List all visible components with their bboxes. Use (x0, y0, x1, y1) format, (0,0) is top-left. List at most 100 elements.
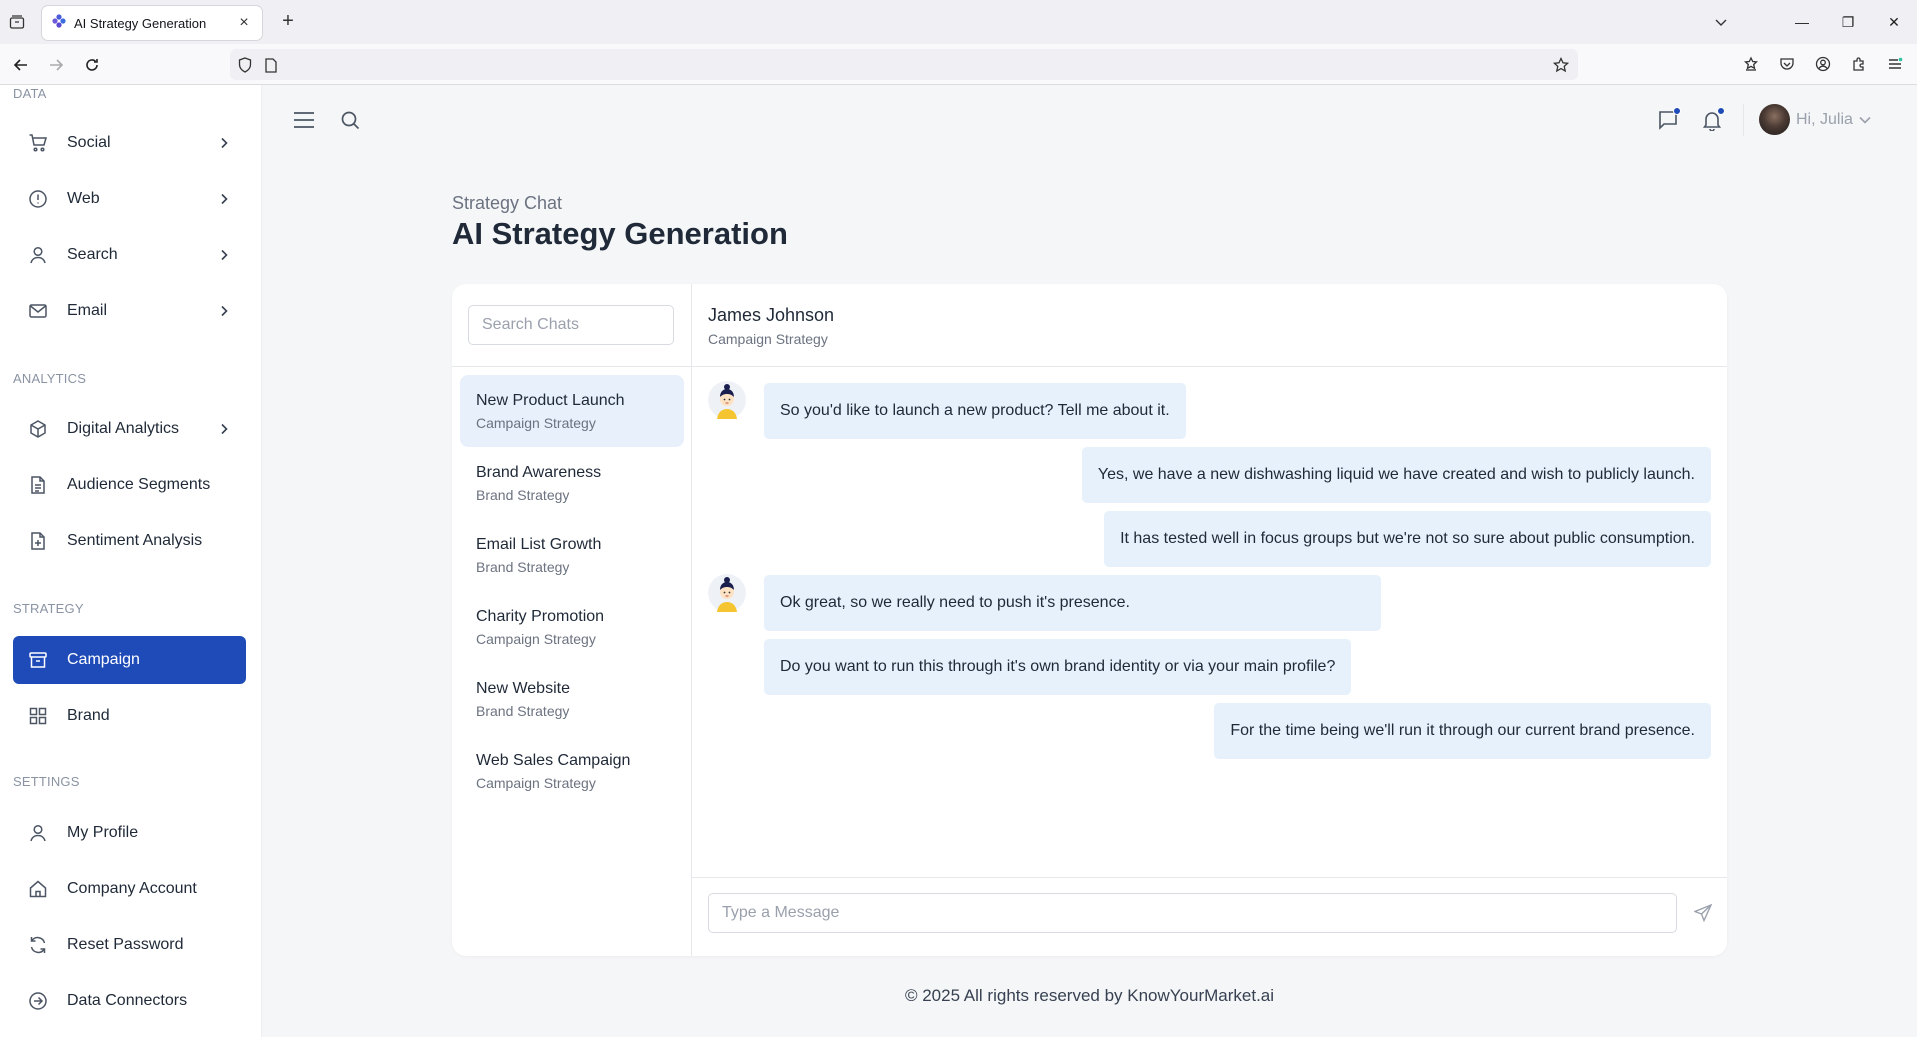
sidebar-item-search[interactable]: Search (13, 231, 246, 279)
sidebar-item-brand[interactable]: Brand (13, 692, 246, 740)
home-icon (27, 878, 49, 900)
section-label-data: DATA (13, 86, 47, 101)
chevron-right-icon (216, 135, 232, 151)
sidebar-item-label: Web (67, 190, 100, 207)
conversation-item[interactable]: New Website Brand Strategy (460, 663, 684, 735)
conversation-name: New Website (476, 680, 570, 697)
sidebar-item-sentiment-analysis[interactable]: Sentiment Analysis (13, 517, 246, 565)
sidebar-item-label: Email (67, 302, 108, 319)
send-icon[interactable] (1692, 902, 1714, 924)
sidebar-item-label: Brand (67, 707, 110, 724)
minimize-icon[interactable]: — (1779, 0, 1825, 44)
arrow-circle-icon (27, 990, 49, 1012)
conversation-name: New Product Launch (476, 392, 625, 409)
sidebar-item-audience-segments[interactable]: Audience Segments (13, 461, 246, 509)
conversation-item[interactable]: New Product Launch Campaign Strategy (460, 375, 684, 447)
unread-dot (1717, 107, 1725, 115)
user-avatar[interactable] (1759, 104, 1790, 135)
tab-title: AI Strategy Generation (74, 15, 207, 31)
back-icon[interactable] (9, 53, 33, 77)
notification-bell-icon[interactable] (1699, 107, 1725, 133)
document-icon (27, 474, 49, 496)
account-icon[interactable] (1811, 52, 1835, 76)
message-bubble-received: Ok great, so we really need to push it's… (764, 575, 1381, 631)
conversation-item[interactable]: Email List Growth Brand Strategy (460, 519, 684, 591)
conversation-item[interactable]: Charity Promotion Campaign Strategy (460, 591, 684, 663)
forward-icon[interactable] (44, 53, 68, 77)
conversation-type: Campaign Strategy (476, 775, 596, 791)
sidebar-item-label: Data Connectors (67, 992, 188, 1009)
sidebar-item-company-account[interactable]: Company Account (13, 865, 246, 913)
conversation-name: Charity Promotion (476, 608, 605, 625)
file-plus-icon (27, 530, 49, 552)
grid-icon (27, 705, 49, 727)
sidebar-item-label: Company Account (67, 880, 197, 897)
restore-icon[interactable]: ❐ (1825, 0, 1871, 44)
sidebar-item-label: Search (67, 246, 118, 263)
header-divider (1743, 104, 1744, 136)
chevron-right-icon (216, 247, 232, 263)
chevron-down-icon[interactable] (1711, 12, 1731, 32)
user-icon (27, 244, 49, 266)
archive-icon (27, 649, 49, 671)
sidebar-item-data-connectors[interactable]: Data Connectors (13, 977, 246, 1025)
browser-nav-bar (0, 44, 1917, 85)
chat-list: New Product Launch Campaign Strategy Bra… (452, 284, 692, 956)
close-tab-icon[interactable]: × (236, 14, 252, 32)
browser-tab[interactable]: AI Strategy Generation × (42, 6, 262, 40)
conversation-type: Campaign Strategy (476, 415, 596, 431)
user-icon (27, 822, 49, 844)
message-input[interactable] (708, 893, 1677, 933)
sidebar-item-my-profile[interactable]: My Profile (13, 809, 246, 857)
search-icon[interactable] (338, 108, 362, 132)
bot-avatar-icon (708, 381, 746, 419)
message-bubble-received: So you'd like to launch a new product? T… (764, 383, 1186, 439)
hamburger-menu-icon[interactable] (292, 108, 316, 132)
sidebar-item-campaign[interactable]: Campaign (13, 636, 246, 684)
message-bubble-sent: Yes, we have a new dishwashing liquid we… (1081, 447, 1711, 503)
conversation-type: Brand Strategy (476, 487, 570, 503)
chevron-right-icon (216, 421, 232, 437)
messages-icon[interactable] (1655, 107, 1681, 133)
sidebar: DATA Social Web Search Email ANALYTICS D… (0, 85, 262, 1037)
address-bar[interactable] (230, 49, 1578, 80)
sidebar-item-email[interactable]: Email (13, 287, 246, 335)
sidebar-item-social[interactable]: Social (13, 119, 246, 167)
footer-copyright: © 2025 All rights reserved by KnowYourMa… (904, 986, 1275, 1005)
bookmark-star-icon[interactable] (1552, 56, 1570, 74)
box-icon (27, 418, 49, 440)
sidebar-item-reset-password[interactable]: Reset Password (13, 921, 246, 969)
divider (692, 366, 1727, 367)
sidebar-item-web[interactable]: Web (13, 175, 246, 223)
pocket-icon[interactable] (1775, 52, 1799, 76)
user-menu[interactable]: Hi, Julia (1796, 111, 1871, 129)
window-controls: — ❐ ✕ (1779, 0, 1917, 44)
conversation-item[interactable]: Web Sales Campaign Campaign Strategy (460, 735, 684, 807)
new-tab-icon[interactable]: + (276, 10, 300, 34)
sidebar-item-digital-analytics[interactable]: Digital Analytics (13, 405, 246, 453)
close-window-icon[interactable]: ✕ (1871, 0, 1917, 44)
reload-icon[interactable] (80, 53, 104, 77)
bot-avatar-icon (708, 574, 746, 612)
extensions-icon[interactable] (1847, 52, 1871, 76)
collections-icon[interactable] (1739, 52, 1763, 76)
sidebar-item-label: Audience Segments (67, 476, 211, 493)
conversation-type: Brand Strategy (476, 703, 570, 719)
search-chats-input[interactable] (468, 305, 674, 345)
site-favicon-icon (52, 13, 66, 33)
conversation-name: Brand Awareness (476, 464, 602, 481)
conversation-item[interactable]: Brand Awareness Brand Strategy (460, 447, 684, 519)
message-bubble-sent: It has tested well in focus groups but w… (1104, 511, 1711, 567)
menu-icon[interactable] (1883, 52, 1907, 76)
message-bubble-received: Do you want to run this through it's own… (764, 639, 1352, 695)
unread-dot (1673, 107, 1681, 115)
page-icon[interactable] (262, 56, 280, 74)
chevron-right-icon (216, 303, 232, 319)
shield-icon[interactable] (236, 56, 254, 74)
tab-list-icon[interactable] (6, 11, 28, 33)
divider (452, 366, 692, 367)
user-greeting: Hi, Julia (1796, 111, 1853, 128)
divider (692, 877, 1727, 878)
section-label-analytics: ANALYTICS (13, 371, 87, 386)
sidebar-item-label: Social (67, 134, 111, 151)
